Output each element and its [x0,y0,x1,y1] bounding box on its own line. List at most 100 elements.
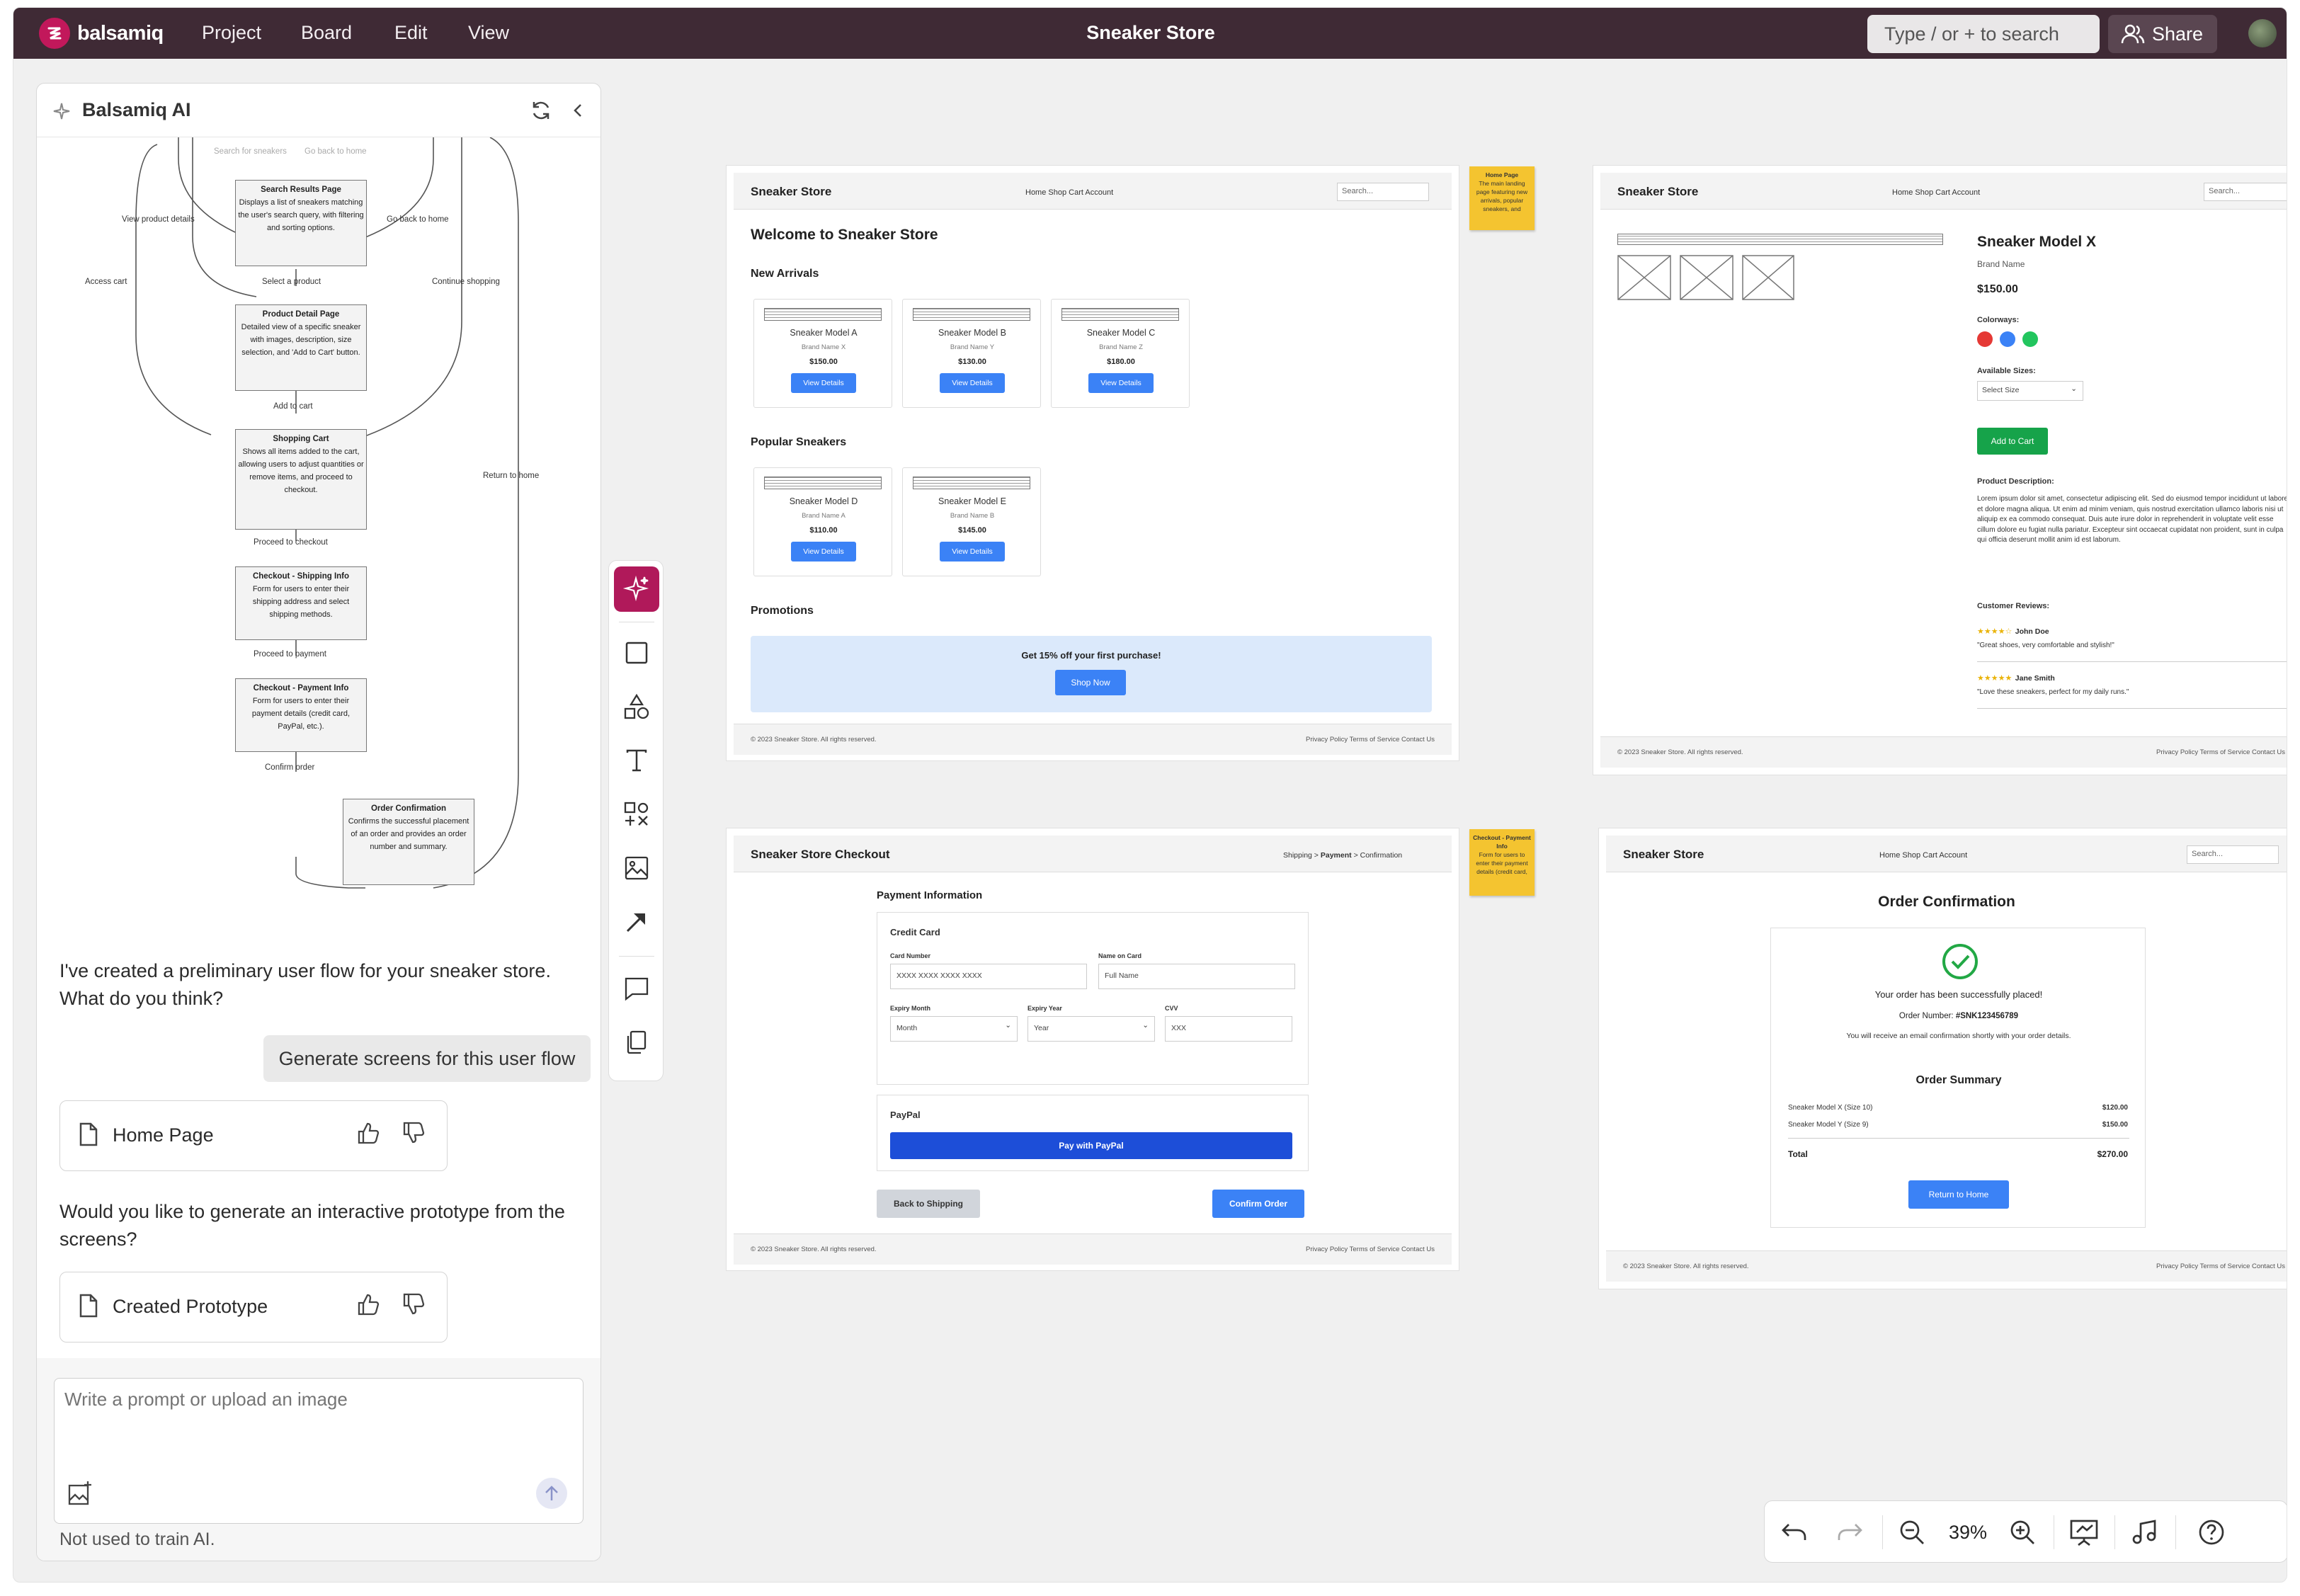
undo-button[interactable] [1779,1517,1810,1548]
check-circle-icon [1942,944,1978,979]
present-button[interactable] [2066,1517,2102,1548]
result-card-prototype[interactable]: Created Prototype [59,1272,448,1343]
arrow-icon [626,913,646,933]
image-placeholder [913,308,1030,321]
result-card-label: Home Page [113,1124,214,1146]
zoom-out-button[interactable] [1896,1517,1928,1548]
name-field: Full Name [1098,964,1295,989]
view-details-button: View Details [791,373,856,393]
refresh-icon[interactable] [530,99,552,122]
zoom-in-button[interactable] [2007,1517,2038,1548]
menu-edit[interactable]: Edit [394,22,428,44]
menu-project[interactable]: Project [202,22,261,44]
balsamiq-logo-icon [39,18,70,49]
image-upload-icon[interactable] [67,1481,93,1506]
thumbs-up-icon[interactable] [356,1292,380,1316]
wireframe-product-detail[interactable]: Sneaker Store Home Shop Cart Account Sea… [1593,165,2287,775]
flow-box-product-detail: Product Detail Page Detailed view of a sp… [235,304,367,391]
search-input[interactable]: Type / or + to search [1867,15,2100,53]
top-bar: balsamiq Project Board Edit View Sneaker… [13,8,2287,59]
flow-label: Return to home [483,472,540,480]
flow-label: Add to cart [273,402,313,411]
disclaimer: Not used to train AI. [59,1529,215,1549]
flow-box-order-confirmation: Order Confirmation Confirms the successfu… [343,799,474,885]
send-button[interactable] [536,1478,567,1509]
comment-tool-button[interactable] [614,966,659,1011]
wireframe-order-confirmation[interactable]: Sneaker Store Home Shop Cart Account Sea… [1598,828,2287,1289]
mock-section-title: Popular Sneakers [751,436,847,448]
view-details-button: View Details [940,542,1005,562]
arrow-tool-button[interactable] [614,899,659,945]
mock-header: Sneaker Store Home Shop Cart Account Sea… [1606,836,2287,872]
document-icon [79,1294,98,1318]
zoom-in-icon [2010,1520,2034,1544]
share-label: Share [2152,23,2204,45]
help-button[interactable] [2194,1517,2229,1548]
logo[interactable]: balsamiq [39,18,164,49]
color-swatch [2022,331,2038,347]
help-icon [2199,1520,2224,1545]
rectangle-tool-button[interactable] [614,630,659,676]
mock-product-card: Sneaker Model C Brand Name Z $180.00 View D… [1051,299,1190,408]
image-tool-button[interactable] [614,845,659,891]
divider [1977,708,2287,709]
menu-view[interactable]: View [468,22,509,44]
thumbs-down-icon[interactable] [402,1292,426,1316]
result-card-home-page[interactable]: Home Page [59,1100,448,1171]
mock-product-title: Sneaker Model X [1977,234,2097,250]
redo-button[interactable] [1834,1517,1865,1548]
prompt-box [54,1378,583,1524]
redo-icon [1838,1524,1862,1540]
arrow-up-icon [545,1486,558,1500]
divider [619,956,654,957]
ai-tool-button[interactable] [614,566,659,612]
sticky-note[interactable]: Home Page The main landing page featuring… [1469,166,1535,230]
size-select: Select Size ⌄ [1977,381,2083,401]
copy-icon [627,1030,647,1054]
pay-with-paypal-button: Pay with PayPal [890,1132,1292,1159]
zoom-level[interactable]: 39% [1943,1517,1993,1548]
return-to-home-button: Return to Home [1908,1180,2009,1209]
mock-review: ★★★★☆ John Doe "Great shoes, very comfor… [1977,627,2114,649]
flow-label: Proceed to checkout [254,538,328,547]
flow-box-shopping-cart: Shopping Cart Shows all items added to th… [235,429,367,530]
expiry-month-select: Month ⌄ [890,1016,1018,1042]
thumbs-down-icon[interactable] [402,1121,426,1145]
color-swatch [1977,331,1993,347]
mock-brand-name: Brand Name [1977,259,2025,269]
thumbs-up-icon[interactable] [356,1121,380,1145]
mock-header: Sneaker Store Home Shop Cart Account Sea… [734,173,1452,210]
add-to-cart-button: Add to Cart [1977,428,2048,455]
share-button[interactable]: Share [2108,15,2217,53]
flow-label: Select a product [262,278,321,286]
prompt-input[interactable] [64,1389,560,1445]
menu-board[interactable]: Board [301,22,352,44]
wireframe-home-page[interactable]: Sneaker Store Home Shop Cart Account Sea… [726,165,1459,761]
ai-panel-title: Balsamiq AI [82,99,191,120]
collapse-panel-icon[interactable] [569,101,586,120]
flow-label: View product details [122,215,195,224]
comment-icon [625,977,649,1001]
credit-card-panel: Credit Card Card Number XXXX XXXX XXXX X… [877,912,1309,1085]
image-placeholder [764,308,882,321]
mock-description: Lorem ipsum dolor sit amet, consectetur … [1977,495,2287,544]
shapes-icon [624,693,649,719]
audio-button[interactable] [2127,1517,2163,1548]
mock-review: ★★★★★ Jane Smith "Love these sneakers, p… [1977,674,2129,696]
components-tool-button[interactable] [614,792,659,837]
text-tool-button[interactable] [614,738,659,783]
divider [1882,1515,1883,1549]
wireframe-checkout-payment[interactable]: Sneaker Store Checkout Shipping > Paymen… [726,828,1459,1271]
divider [2175,1515,2176,1549]
view-details-button: View Details [940,373,1005,393]
avatar[interactable] [2248,19,2277,47]
card-number-field: XXXX XXXX XXXX XXXX [890,964,1087,989]
shapes-tool-button[interactable] [614,684,659,729]
sticky-note[interactable]: Checkout - Payment Info Form for users to… [1469,829,1535,896]
divider [1788,1138,2129,1139]
sparkle-icon [622,575,649,602]
color-swatch [2000,331,2015,347]
flow-label: Proceed to payment [254,650,326,659]
copy-tool-button[interactable] [614,1020,659,1065]
sparkle-icon [53,103,70,120]
